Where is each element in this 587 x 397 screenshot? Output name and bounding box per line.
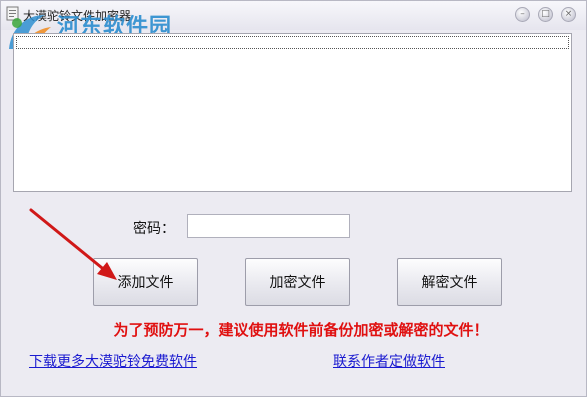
contact-author-link[interactable]: 联系作者定做软件	[333, 351, 445, 371]
maximize-icon: □	[541, 9, 550, 19]
file-list[interactable]	[13, 33, 572, 192]
decrypt-file-button[interactable]: 解密文件	[397, 258, 502, 306]
encrypt-file-button[interactable]: 加密文件	[245, 258, 350, 306]
add-file-button[interactable]: 添加文件	[93, 258, 198, 306]
maximize-button[interactable]: □	[538, 7, 553, 22]
title-bar[interactable]: 大漠驼铃文件加密器 – □ ×	[1, 1, 586, 30]
window-title: 大漠驼铃文件加密器	[23, 9, 132, 23]
close-button[interactable]: ×	[561, 7, 576, 22]
minimize-button[interactable]: –	[515, 7, 530, 22]
app-icon	[6, 6, 19, 21]
backup-warning: 为了预防万一，建议使用软件前备份加密或解密的文件！	[113, 321, 489, 339]
minimize-icon: –	[520, 9, 525, 19]
password-label: 密码：	[133, 221, 175, 237]
file-list-focus-row	[16, 36, 569, 49]
close-icon: ×	[564, 9, 573, 19]
download-more-link[interactable]: 下载更多大漠驼铃免费软件	[29, 351, 197, 371]
app-window: 大漠驼铃文件加密器 – □ × 河东软件园 www.pc0359.cn 密码： …	[0, 0, 587, 397]
password-input[interactable]	[187, 214, 350, 238]
